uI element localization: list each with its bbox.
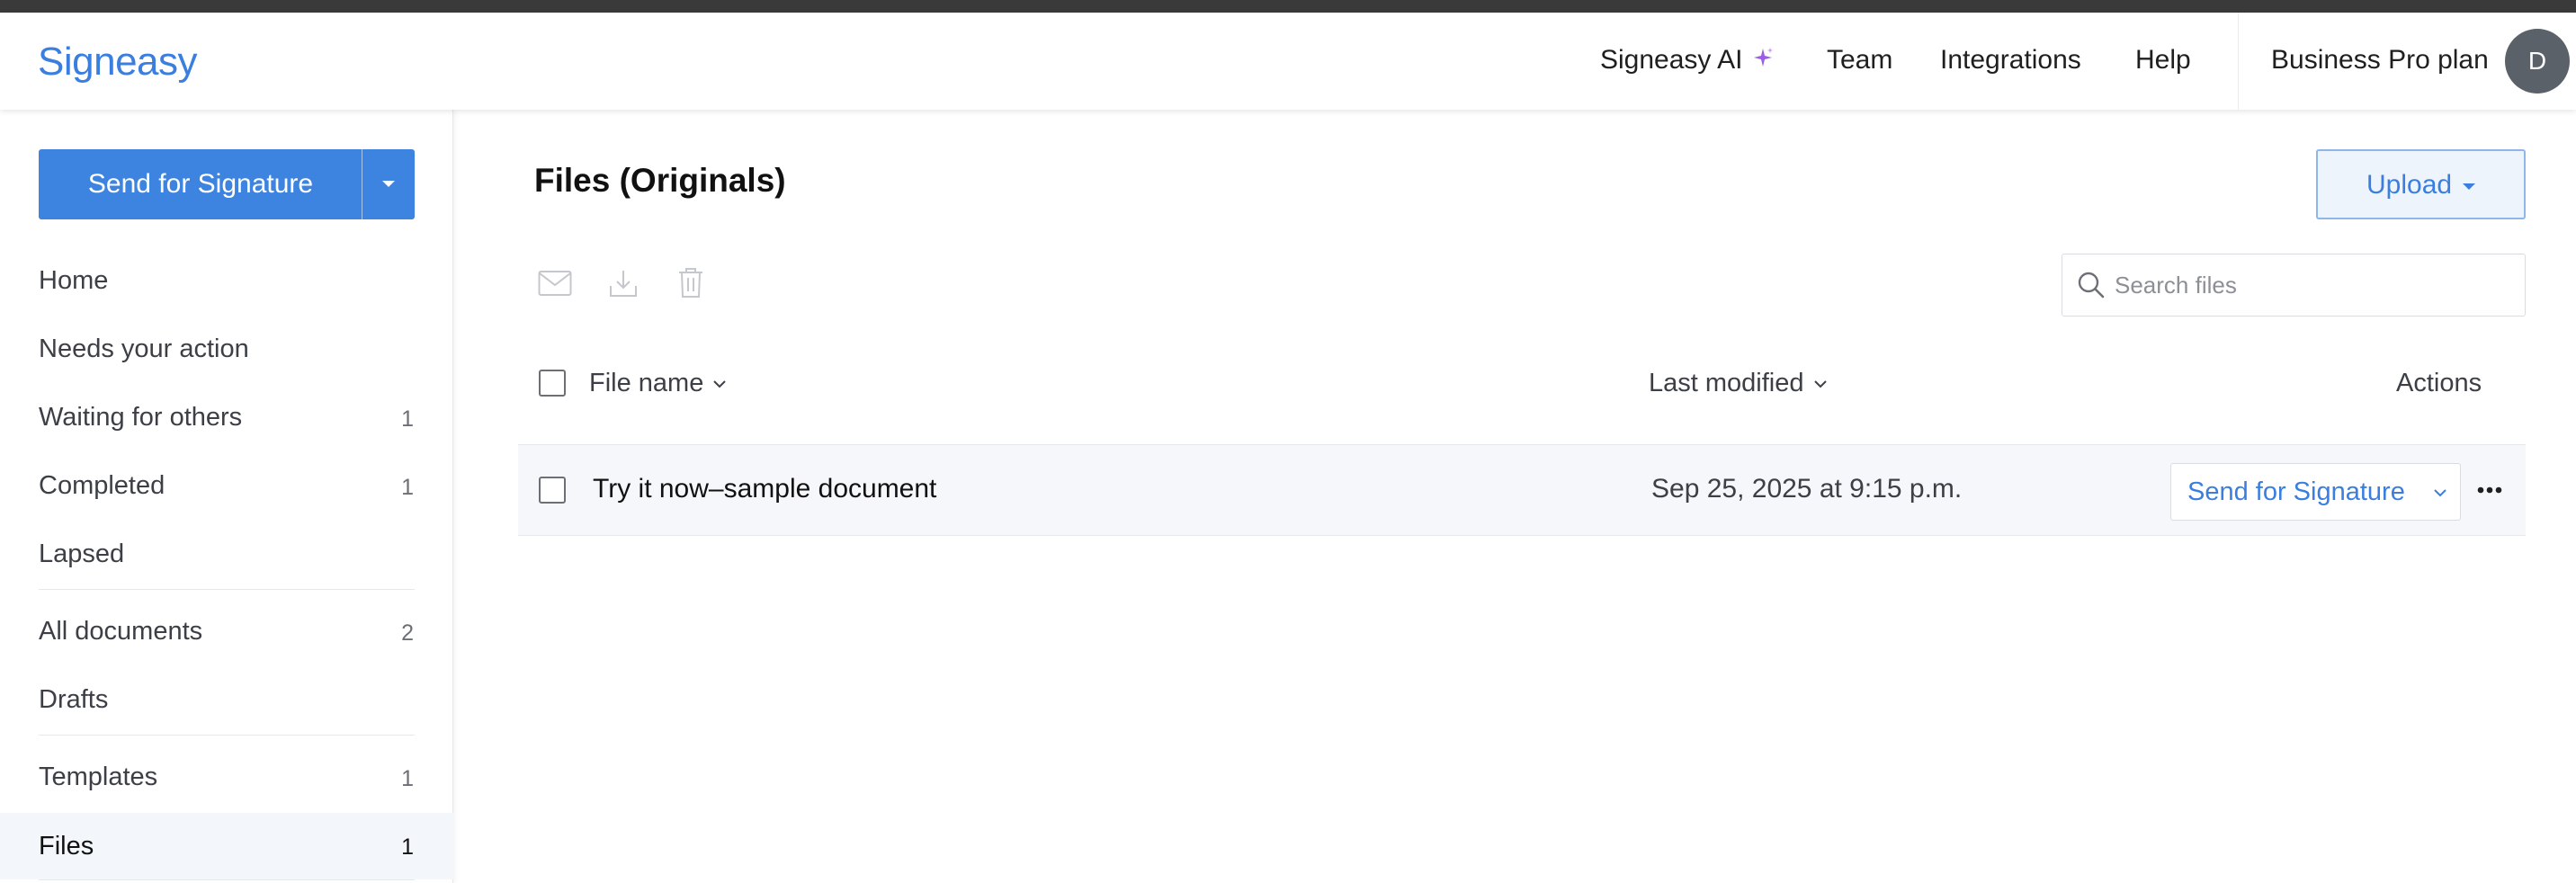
column-header-last-modified[interactable]: Last modified: [1649, 369, 1828, 398]
sidebar-item-label: Needs your action: [39, 334, 249, 363]
sidebar: Send for Signature Home Needs your actio…: [0, 110, 453, 883]
caret-down-icon: [2463, 183, 2475, 190]
sidebar-item-label: Completed: [39, 471, 165, 500]
sidebar-item-drafts[interactable]: Drafts: [0, 669, 453, 730]
search-input[interactable]: [2113, 263, 2509, 307]
sidebar-divider: [39, 589, 415, 590]
column-header-file-name[interactable]: File name: [589, 369, 727, 398]
last-modified: Sep 25, 2025 at 9:15 p.m.: [1651, 474, 1963, 504]
column-header-label: Last modified: [1649, 369, 1804, 397]
select-all-checkbox[interactable]: [539, 370, 566, 397]
sidebar-item-count: 1: [401, 834, 414, 860]
signeasy-logo[interactable]: Signeasy: [38, 40, 198, 85]
sidebar-item-label: Drafts: [39, 685, 109, 714]
row-send-for-signature-button[interactable]: Send for Signature: [2170, 463, 2424, 521]
sidebar-item-completed[interactable]: Completed 1: [0, 455, 453, 516]
sidebar-divider: [39, 735, 415, 736]
download-icon[interactable]: [608, 268, 639, 303]
sidebar-item-label: Templates: [39, 763, 158, 791]
table-row[interactable]: Try it now–sample document Sep 25, 2025 …: [518, 444, 2526, 536]
chevron-down-icon: [1813, 380, 1827, 388]
row-send-options-dropdown[interactable]: [2421, 463, 2461, 521]
upload-label: Upload: [2366, 170, 2453, 200]
nav-integrations[interactable]: Integrations: [1940, 45, 2081, 76]
sidebar-item-label: Files: [39, 832, 94, 861]
sidebar-item-home[interactable]: Home: [0, 250, 453, 311]
nav-help[interactable]: Help: [2135, 45, 2191, 76]
sidebar-item-lapsed[interactable]: Lapsed: [0, 523, 453, 584]
row-checkbox[interactable]: [539, 477, 566, 504]
sidebar-item-count: 2: [401, 620, 414, 646]
column-header-actions: Actions: [2396, 369, 2482, 397]
chevron-down-icon: [2434, 489, 2446, 497]
search-icon: [2078, 272, 2105, 299]
trash-icon[interactable]: [676, 266, 705, 303]
avatar[interactable]: D: [2505, 29, 2570, 94]
send-options-dropdown[interactable]: [362, 149, 415, 219]
plan-label: Business Pro plan: [2271, 45, 2489, 75]
sidebar-item-needs-your-action[interactable]: Needs your action: [0, 318, 453, 379]
top-header: Signeasy Signeasy AI Team Integrations H…: [0, 13, 2576, 110]
sidebar-item-label: Lapsed: [39, 540, 125, 568]
sparkle-icon: [1751, 46, 1775, 76]
sidebar-divider: [39, 879, 415, 880]
nav-team[interactable]: Team: [1827, 45, 1892, 76]
send-for-signature-button[interactable]: Send for Signature: [39, 149, 362, 219]
sidebar-item-files[interactable]: Files 1: [0, 813, 453, 879]
more-options-icon[interactable]: [2472, 472, 2508, 508]
file-name[interactable]: Try it now–sample document: [593, 474, 936, 504]
column-header-label: File name: [589, 369, 704, 397]
sidebar-item-label: Home: [39, 266, 109, 295]
sidebar-item-templates[interactable]: Templates 1: [0, 746, 453, 807]
sidebar-item-count: 1: [401, 766, 414, 791]
nav-signeasy-ai-label: Signeasy AI: [1600, 45, 1743, 75]
nav-signeasy-ai[interactable]: Signeasy AI: [1600, 45, 1775, 76]
caret-down-icon: [382, 181, 395, 187]
sidebar-item-count: 1: [401, 406, 414, 432]
sidebar-item-label: All documents: [39, 617, 203, 646]
sidebar-item-all-documents[interactable]: All documents 2: [0, 601, 453, 662]
window-top-strip: [0, 0, 2576, 13]
send-for-signature-split-button: Send for Signature: [39, 149, 415, 219]
sidebar-item-waiting-for-others[interactable]: Waiting for others 1: [0, 387, 453, 448]
row-send-label: Send for Signature: [2187, 477, 2405, 506]
upload-button[interactable]: Upload: [2316, 149, 2526, 219]
search-box: [2062, 254, 2526, 317]
page-title: Files (Originals): [534, 162, 786, 199]
sidebar-item-label: Waiting for others: [39, 403, 243, 432]
chevron-down-icon: [713, 380, 727, 388]
account-area[interactable]: Business Pro plan D: [2238, 13, 2576, 110]
sidebar-item-count: 1: [401, 475, 414, 500]
email-icon[interactable]: [538, 270, 572, 301]
